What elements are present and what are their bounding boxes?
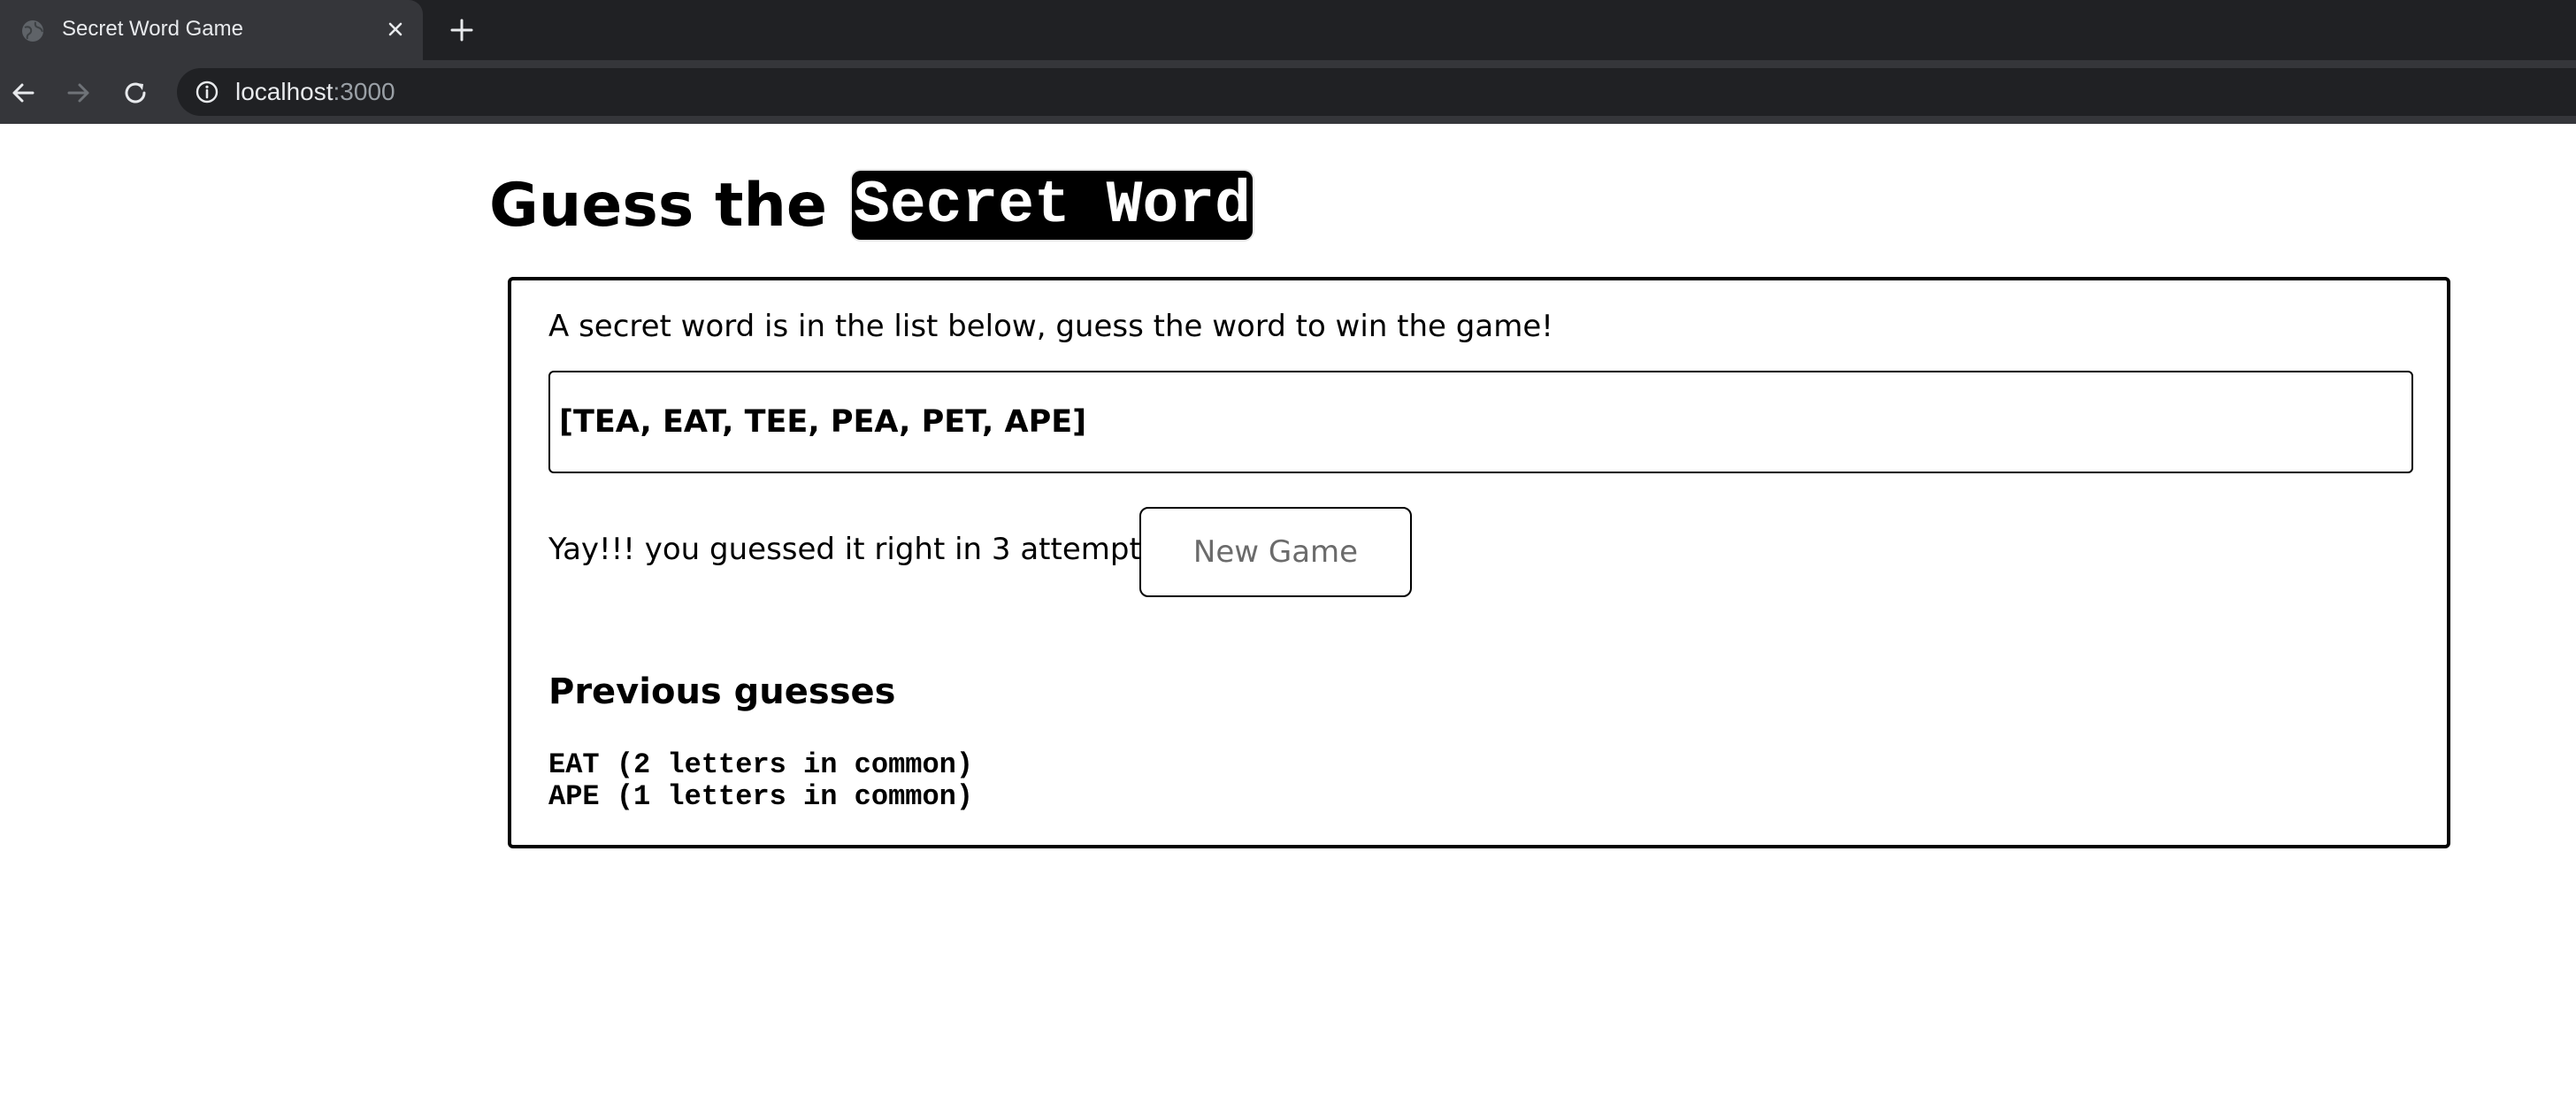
info-icon[interactable] [195, 80, 219, 104]
browser-toolbar: localhost:3000 [0, 60, 2576, 124]
forward-arrow-icon[interactable] [62, 76, 96, 110]
page-title-text: Guess the [489, 170, 828, 241]
guess-item: APE (1 letters in common) [548, 780, 974, 813]
close-icon[interactable] [382, 16, 409, 42]
previous-guesses-heading: Previous guesses [548, 671, 896, 712]
secret-word-badge: Secret Word [852, 171, 1253, 240]
browser-tab[interactable]: Secret Word Game [0, 0, 423, 60]
address-bar[interactable]: localhost:3000 [177, 68, 2576, 116]
instructions-text: A secret word is in the list below, gues… [548, 309, 1553, 344]
url-text[interactable]: localhost:3000 [235, 78, 395, 106]
page-title: Guess the Secret Word [489, 163, 1253, 248]
globe-icon [22, 20, 43, 42]
tab-title: Secret Word Game [62, 17, 243, 41]
browser-tab-bar: Secret Word Game [0, 0, 2576, 60]
url-port: :3000 [333, 78, 395, 105]
page-content: Guess the Secret Word A secret word is i… [0, 124, 2576, 1120]
previous-guesses-list: EAT (2 letters in common) APE (1 letters… [548, 749, 973, 813]
url-host: localhost [235, 78, 334, 105]
result-message: Yay!!! you guessed it right in 3 attempt… [548, 532, 1157, 567]
guess-item: EAT (2 letters in common) [548, 748, 974, 781]
word-list-box: [TEA, EAT, TEE, PEA, PET, APE] [548, 371, 2413, 473]
plus-icon[interactable] [448, 16, 476, 44]
game-card: A secret word is in the list below, gues… [508, 277, 2450, 848]
word-list: [TEA, EAT, TEE, PEA, PET, APE] [559, 404, 1087, 440]
new-game-button[interactable]: New Game [1139, 507, 1412, 597]
back-arrow-icon[interactable] [6, 76, 40, 110]
reload-icon[interactable] [119, 76, 152, 110]
